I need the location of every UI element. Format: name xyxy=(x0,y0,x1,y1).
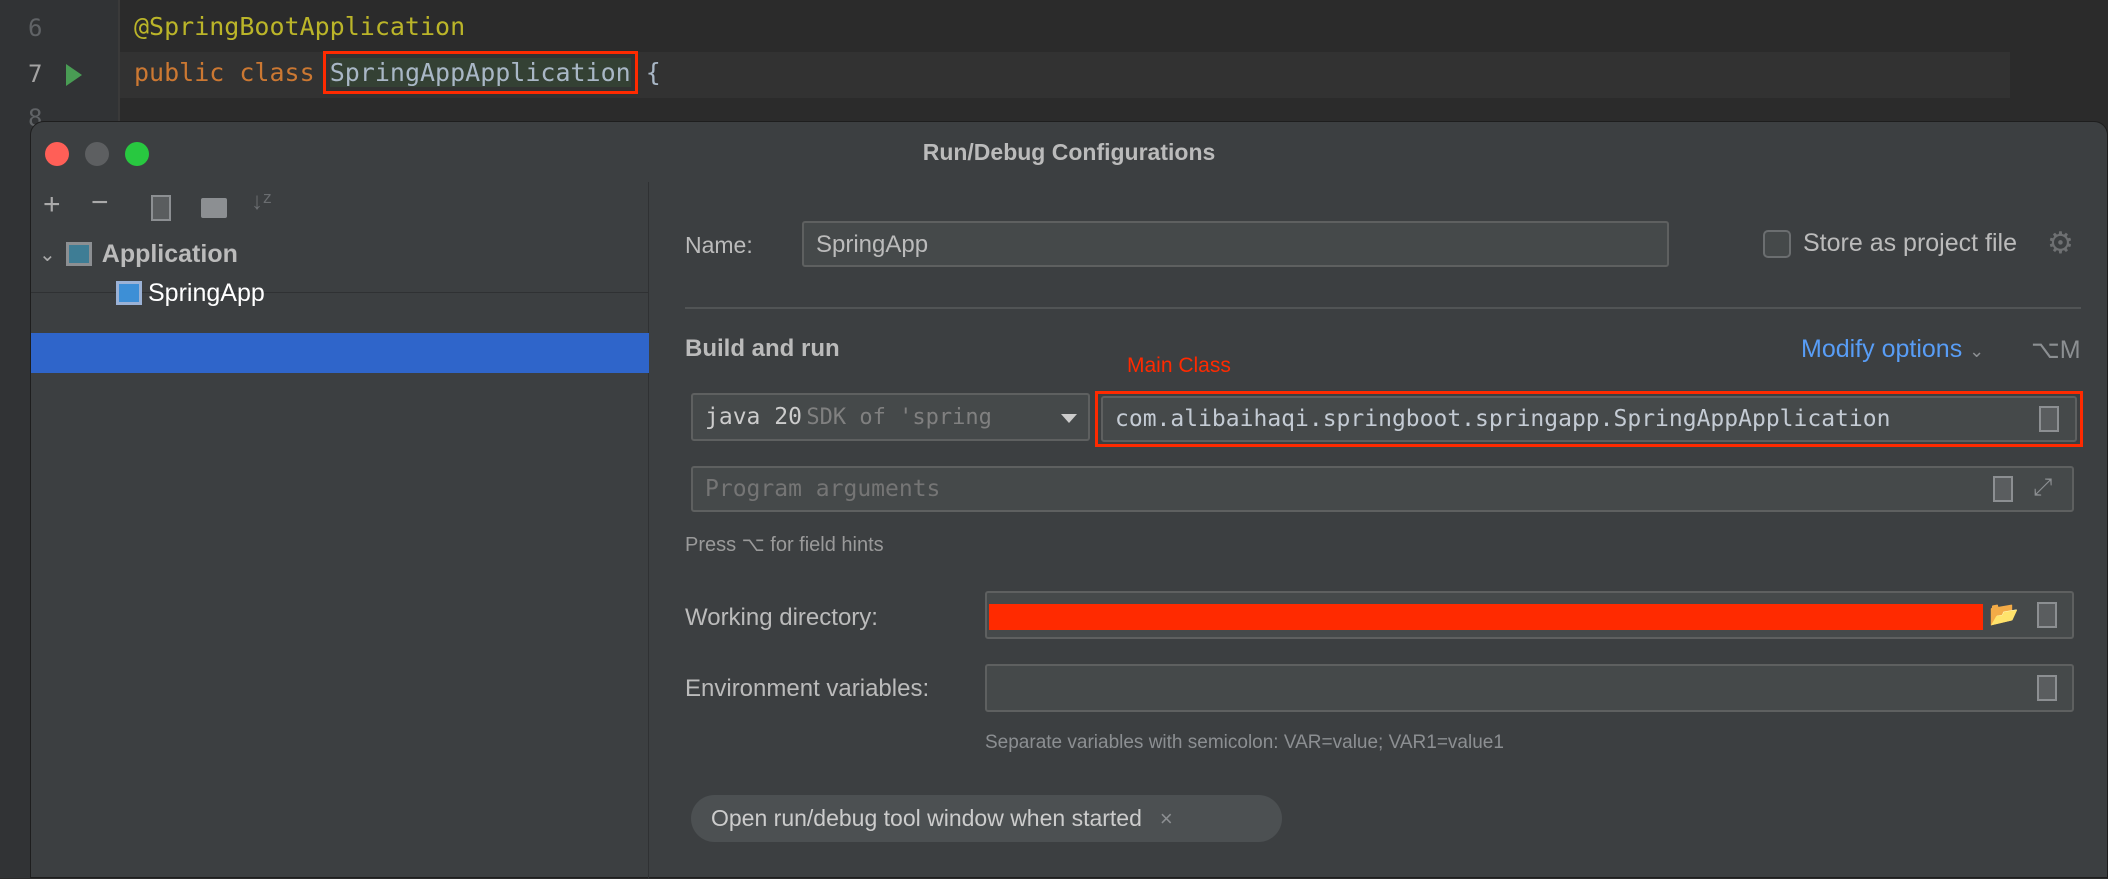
expand-text-icon[interactable] xyxy=(2037,602,2057,628)
name-label: Name: xyxy=(685,232,753,258)
add-icon[interactable]: + xyxy=(43,188,61,222)
tree-group-application[interactable]: ⌄ Application xyxy=(39,236,238,272)
dialog-title: Run/Debug Configurations xyxy=(922,139,1216,165)
modify-options-label: Modify options xyxy=(1801,335,1963,363)
copy-icon[interactable] xyxy=(151,195,171,221)
sdk-dropdown[interactable]: java 20 SDK of 'spring xyxy=(691,393,1090,441)
program-args-placeholder: Program arguments xyxy=(705,476,941,502)
selected-row-bg xyxy=(31,333,649,373)
env-vars-hint: Separate variables with semicolon: VAR=v… xyxy=(985,732,1504,753)
remove-icon[interactable]: − xyxy=(91,186,109,220)
run-gutter-icon[interactable] xyxy=(66,64,82,86)
gear-icon[interactable]: ⚙ xyxy=(2047,226,2074,261)
application-icon xyxy=(65,242,92,266)
code-annotation: @SpringBootApplication xyxy=(134,12,466,41)
browse-class-icon[interactable] xyxy=(2039,406,2059,432)
chevron-down-icon: ⌄ xyxy=(1969,341,1985,361)
sort-icon[interactable]: ↓ᶻ xyxy=(251,188,272,216)
line-number: 7 xyxy=(28,60,43,88)
code-line: public class SpringAppApplication { xyxy=(134,51,661,94)
application-icon xyxy=(116,281,142,305)
expand-text-icon[interactable] xyxy=(1993,476,2013,502)
expand-field-icon[interactable]: ⤢ xyxy=(2033,474,2052,502)
env-vars-input[interactable] xyxy=(985,664,2074,712)
option-chip[interactable]: Open run/debug tool window when started … xyxy=(691,795,1282,842)
edit-env-icon[interactable] xyxy=(2037,675,2057,701)
store-label: Store as project file xyxy=(1803,229,2017,257)
new-folder-icon[interactable] xyxy=(201,198,227,218)
name-input[interactable]: SpringApp xyxy=(802,221,1669,267)
store-as-project-file-checkbox[interactable] xyxy=(1763,230,1791,258)
shortcut-hint: ⌥M xyxy=(2031,336,2081,364)
close-icon[interactable]: × xyxy=(1160,806,1173,832)
redacted-path xyxy=(989,604,1983,630)
working-dir-label: Working directory: xyxy=(685,604,878,631)
tree-group-label: Application xyxy=(101,239,238,268)
code-brace: { xyxy=(645,58,661,87)
tree-item-springapp[interactable]: SpringApp xyxy=(116,275,265,311)
code-classname: SpringAppApplication xyxy=(322,51,638,94)
main-class-value: com.alibaihaqi.springboot.springapp.Spri… xyxy=(1115,406,1891,432)
divider xyxy=(685,307,2081,309)
field-hints-text: Press ⌥ for field hints xyxy=(685,534,884,556)
tree-item-label: SpringApp xyxy=(148,278,265,307)
main-class-annotation: Main Class xyxy=(1127,354,1231,377)
chevron-down-icon[interactable]: ⌄ xyxy=(39,242,56,267)
program-arguments-input[interactable]: Program arguments xyxy=(691,466,2074,512)
main-class-input[interactable]: com.alibaihaqi.springboot.springapp.Spri… xyxy=(1101,396,2077,442)
chip-label: Open run/debug tool window when started xyxy=(711,805,1142,831)
env-vars-label: Environment variables: xyxy=(685,675,930,702)
sdk-name: java 20 xyxy=(705,404,802,430)
code-keyword: public class xyxy=(134,58,315,87)
sdk-desc: SDK of 'spring xyxy=(806,405,992,430)
folder-icon[interactable]: 📂 xyxy=(1989,600,2019,629)
modify-options-link[interactable]: Modify options ⌄ xyxy=(1801,335,1984,364)
line-number: 6 xyxy=(28,14,43,42)
section-title: Build and run xyxy=(685,335,840,362)
run-debug-dialog: Run/Debug Configurations + − ↓ᶻ ⌄ Applic… xyxy=(30,121,2108,879)
dropdown-arrow-icon[interactable] xyxy=(1061,414,1077,423)
